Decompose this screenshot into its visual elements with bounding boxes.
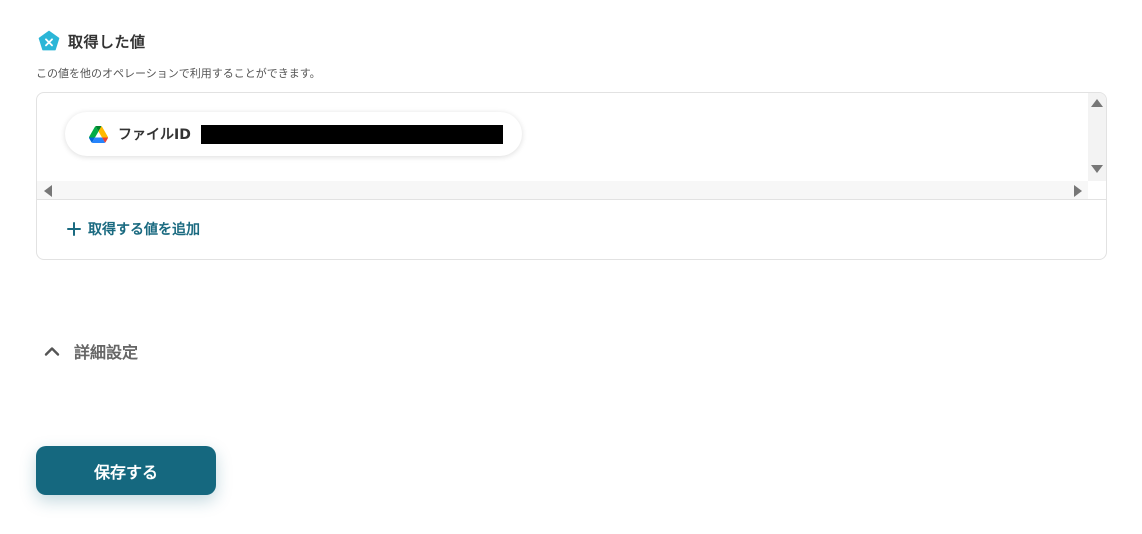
scroll-left-arrow-icon[interactable]	[44, 185, 52, 197]
chevron-up-icon	[44, 347, 60, 356]
advanced-settings-toggle[interactable]: 詳細設定	[44, 339, 138, 363]
page: 取得した値 この値を他のオペレーションで利用することができます。 ファイルID	[0, 0, 1142, 534]
brand-pentagon-x-icon	[38, 30, 60, 51]
section-title: 取得した値	[68, 32, 146, 51]
values-scroll-area: ファイルID	[37, 93, 1106, 200]
section-description: この値を他のオペレーションで利用することができます。	[36, 67, 321, 80]
horizontal-scrollbar[interactable]	[37, 181, 1088, 199]
save-button[interactable]: 保存する	[36, 446, 216, 495]
vertical-scrollbar[interactable]	[1088, 93, 1106, 181]
advanced-settings-label: 詳細設定	[74, 343, 139, 362]
value-chip-label: ファイルID	[118, 127, 191, 143]
acquired-values-panel: ファイルID 取得する値を追加	[36, 92, 1107, 260]
scroll-right-arrow-icon[interactable]	[1074, 185, 1082, 197]
google-drive-icon	[89, 125, 108, 143]
scroll-up-arrow-icon[interactable]	[1091, 99, 1103, 107]
value-chip-file-id[interactable]: ファイルID	[65, 112, 522, 156]
add-value-button[interactable]: 取得する値を追加	[67, 219, 200, 239]
section-header: 取得した値	[38, 30, 146, 52]
value-chip-redacted-value	[200, 124, 503, 144]
plus-icon	[67, 222, 81, 236]
scroll-down-arrow-icon[interactable]	[1091, 165, 1103, 173]
add-value-label: 取得する値を追加	[88, 222, 200, 238]
